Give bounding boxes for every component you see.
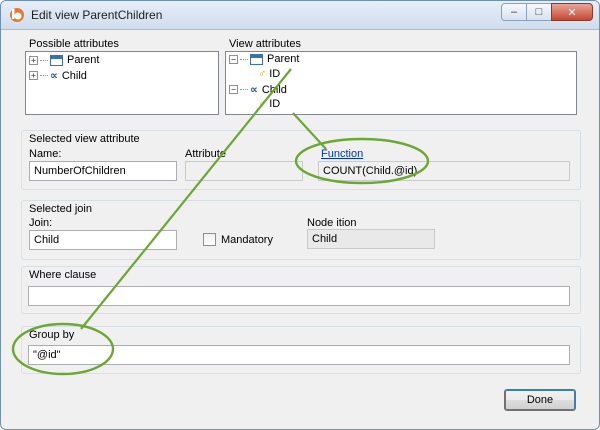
tree-node-label: ID [269,68,281,80]
collapse-icon[interactable]: − [229,85,238,94]
node-label: Node ition [307,217,357,229]
window-title: Edit view ParentChildren [31,8,163,22]
where-clause-input[interactable] [28,286,570,306]
where-clause-label: Where clause [29,269,97,281]
attribute-input[interactable] [185,161,303,181]
key-icon: ♂ [258,98,267,110]
relation-icon: ∝ [50,70,58,82]
tree-node-parent-id[interactable]: ♂ ID [258,68,280,80]
selected-view-attribute-label: Selected view attribute [29,133,140,145]
done-button-label: Done [526,394,554,406]
collapse-icon[interactable]: − [229,54,238,64]
tree-node-label: Parent [267,53,300,65]
done-button[interactable]: Done [504,389,576,411]
tree-node-label: ID [269,98,281,110]
table-icon [250,53,263,65]
tree-node-label: Parent [67,54,100,66]
close-button[interactable]: ✕ [551,3,593,21]
attribute-label: Attribute [185,148,226,160]
app-logo-icon [10,8,24,22]
mandatory-checkbox[interactable] [203,233,216,246]
selected-join-label: Selected join [29,203,92,215]
expand-icon[interactable]: + [29,71,38,80]
name-label: Name: [29,148,62,160]
tree-node-label: Child [261,83,287,96]
key-icon: ♂ [258,68,267,80]
expand-icon[interactable]: + [29,55,38,65]
tree-node-child[interactable]: + ∝ Child [29,69,87,82]
minimize-button[interactable]: – [501,3,527,21]
group-by-label: Group by [29,329,75,341]
close-icon: ✕ [567,6,577,19]
join-input[interactable]: Child [29,230,177,250]
edit-view-dialog: Edit view ParentChildren – □ ✕ Possible … [0,0,600,430]
group-by-input[interactable]: "@id" [28,345,570,365]
relation-icon: ∝ [250,84,258,96]
table-icon [50,54,63,66]
view-attributes-label: View attributes [229,38,301,50]
maximize-button[interactable]: □ [526,3,552,21]
possible-attributes-label: Possible attributes [29,38,119,50]
possible-attributes-tree[interactable]: + Parent + ∝ Child [25,51,219,115]
node-input[interactable]: Child [307,229,435,249]
maximize-icon: □ [535,6,543,18]
mandatory-label: Mandatory [221,234,273,246]
tree-node-parent[interactable]: − Parent [229,53,299,65]
tree-node-parent[interactable]: + Parent [29,54,99,66]
function-input[interactable]: COUNT(Child.@id) [318,161,570,181]
name-input[interactable]: NumberOfChildren [29,161,177,181]
join-label: Join: [29,217,53,229]
tree-node-child-id[interactable]: ♂ ID [258,98,280,110]
minimize-icon: – [510,6,518,18]
title-bar[interactable]: Edit view ParentChildren – □ ✕ [1,1,599,30]
tree-node-child[interactable]: − ∝ Child [229,83,287,96]
view-attributes-tree[interactable]: − Parent ♂ ID − ∝ Child ♂ ID [225,51,577,115]
tree-node-label: Child [61,69,87,82]
function-link[interactable]: Function [321,148,363,160]
